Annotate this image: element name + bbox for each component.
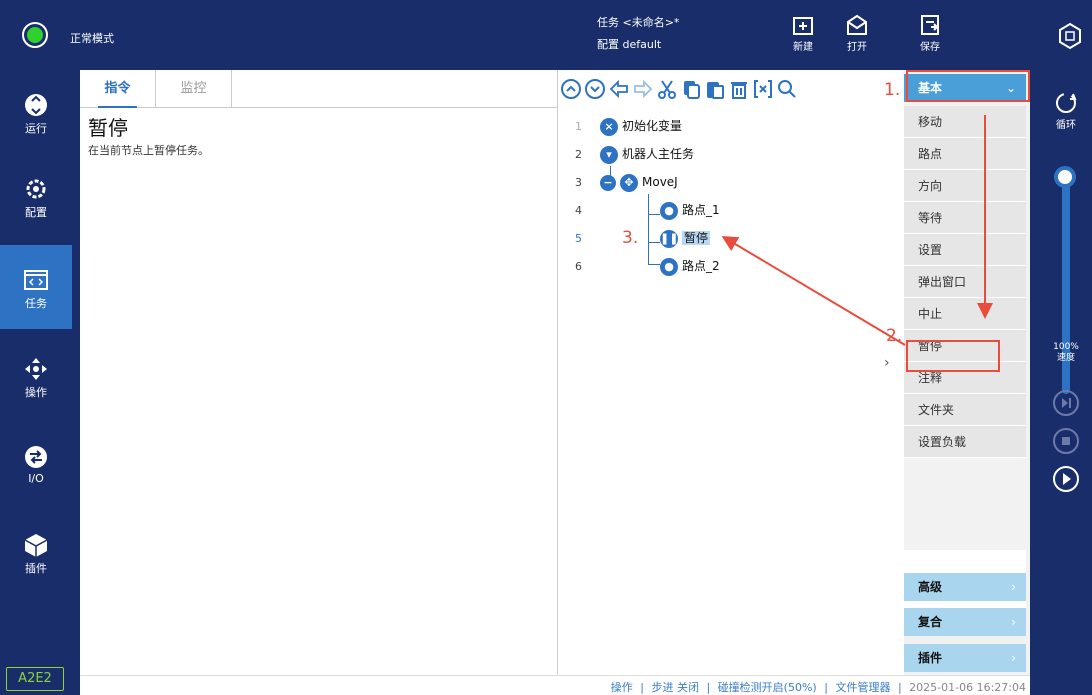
annotation-arrow-to-tree bbox=[721, 235, 906, 346]
annotation-arrows bbox=[721, 115, 993, 346]
